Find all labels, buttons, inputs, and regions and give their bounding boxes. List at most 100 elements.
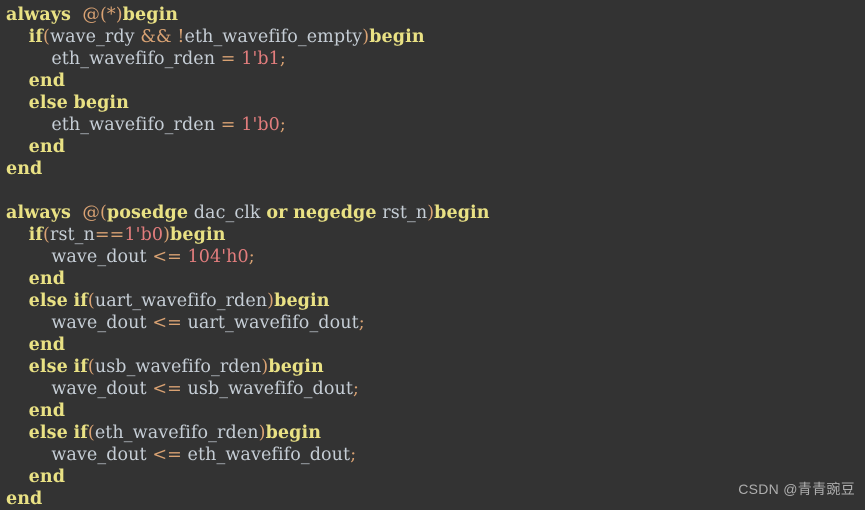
token-id: uart_wavefifo_dout bbox=[187, 313, 359, 333]
token-op: ) bbox=[258, 423, 266, 443]
token-num: 1'b1 bbox=[241, 49, 280, 69]
code-line: else if(usb_wavefifo_rden)begin bbox=[6, 356, 865, 378]
token-kw: always bbox=[6, 5, 72, 25]
token-kw: end bbox=[28, 335, 66, 355]
token-kw: if bbox=[73, 291, 88, 311]
token-id: usb_wavefifo_dout bbox=[187, 379, 353, 399]
token-op: <= bbox=[152, 247, 182, 267]
code-line: wave_dout <= eth_wavefifo_dout; bbox=[6, 444, 865, 466]
token-kw: end bbox=[28, 269, 66, 289]
token-kw: end bbox=[28, 467, 66, 487]
token-kw: if bbox=[28, 27, 44, 47]
token-kw: end bbox=[6, 489, 43, 509]
token-kw: end bbox=[28, 71, 66, 91]
token-kw: or bbox=[266, 203, 288, 223]
token-kw: else bbox=[28, 93, 68, 113]
code-line: end bbox=[6, 466, 865, 488]
token-num: 1'b0 bbox=[124, 225, 164, 245]
token-op: <= bbox=[152, 313, 182, 333]
token-op: ! bbox=[177, 27, 185, 47]
token-kw: begin bbox=[265, 423, 322, 443]
token-op: <= bbox=[152, 445, 182, 465]
token-id: wave_dout bbox=[51, 247, 147, 267]
token-op: ( bbox=[43, 27, 50, 47]
token-num: 104'h0 bbox=[187, 247, 249, 267]
token-kw: end bbox=[28, 401, 66, 421]
code-line: end bbox=[6, 70, 865, 92]
token-op: ; bbox=[279, 115, 286, 135]
code-line: if(wave_rdy && !eth_wavefifo_empty)begin bbox=[6, 26, 865, 48]
token-op: @( bbox=[82, 203, 107, 223]
token-id: wave_dout bbox=[51, 313, 147, 333]
code-line: always @(posedge dac_clk or negedge rst_… bbox=[6, 202, 865, 224]
token-op: = bbox=[220, 49, 236, 69]
token-kw: always bbox=[6, 203, 72, 223]
token-kw: negedge bbox=[293, 203, 377, 223]
code-line: end bbox=[6, 136, 865, 158]
token-id: eth_wavefifo_rden bbox=[51, 49, 216, 69]
token-id: usb_wavefifo_rden bbox=[94, 357, 262, 377]
token-op: ) bbox=[163, 225, 171, 245]
token-op: && bbox=[140, 27, 172, 47]
token-kw: begin bbox=[434, 203, 490, 223]
token-op: ; bbox=[358, 313, 365, 333]
code-line: else if(uart_wavefifo_rden)begin bbox=[6, 290, 865, 312]
token-op: ( bbox=[87, 357, 95, 377]
token-id: dac_clk bbox=[193, 203, 261, 223]
token-id: rst_n bbox=[382, 203, 428, 223]
code-line: end bbox=[6, 158, 865, 180]
token-op: ; bbox=[279, 49, 286, 69]
code-line: else if(eth_wavefifo_rden)begin bbox=[6, 422, 865, 444]
token-kw: if bbox=[28, 225, 44, 245]
token-kw: posedge bbox=[106, 203, 189, 223]
token-kw: else bbox=[28, 291, 68, 311]
token-op: <= bbox=[152, 379, 182, 399]
token-id: wave_rdy bbox=[49, 27, 135, 47]
token-op: = bbox=[220, 115, 236, 135]
code-line: if(rst_n==1'b0)begin bbox=[6, 224, 865, 246]
token-op: @(*) bbox=[82, 5, 123, 25]
token-kw: begin bbox=[122, 5, 179, 25]
token-num: 1'b0 bbox=[241, 115, 280, 135]
code-line: eth_wavefifo_rden = 1'b0; bbox=[6, 114, 865, 136]
code-line: end bbox=[6, 334, 865, 356]
token-op: ; bbox=[248, 247, 255, 267]
code-line: always @(*)begin bbox=[6, 4, 865, 26]
token-id: eth_wavefifo_rden bbox=[94, 423, 259, 443]
code-line-list: always @(*)begin if(wave_rdy && !eth_wav… bbox=[6, 4, 865, 510]
token-kw: else bbox=[28, 357, 68, 377]
code-line: wave_dout <= usb_wavefifo_dout; bbox=[6, 378, 865, 400]
token-id: uart_wavefifo_rden bbox=[94, 291, 268, 311]
code-line: end bbox=[6, 400, 865, 422]
token-id: wave_dout bbox=[51, 445, 147, 465]
code-editor-surface[interactable]: always @(*)begin if(wave_rdy && !eth_wav… bbox=[0, 0, 865, 510]
token-op: ; bbox=[353, 379, 359, 399]
code-line: end bbox=[6, 268, 865, 290]
token-kw: if bbox=[73, 423, 88, 443]
token-kw: begin bbox=[268, 357, 324, 377]
code-line: else begin bbox=[6, 92, 865, 114]
token-kw: begin bbox=[170, 225, 226, 245]
code-line: wave_dout <= 104'h0; bbox=[6, 246, 865, 268]
code-line: eth_wavefifo_rden = 1'b1; bbox=[6, 48, 865, 70]
token-op: ; bbox=[350, 445, 357, 465]
token-kw: else bbox=[28, 423, 68, 443]
